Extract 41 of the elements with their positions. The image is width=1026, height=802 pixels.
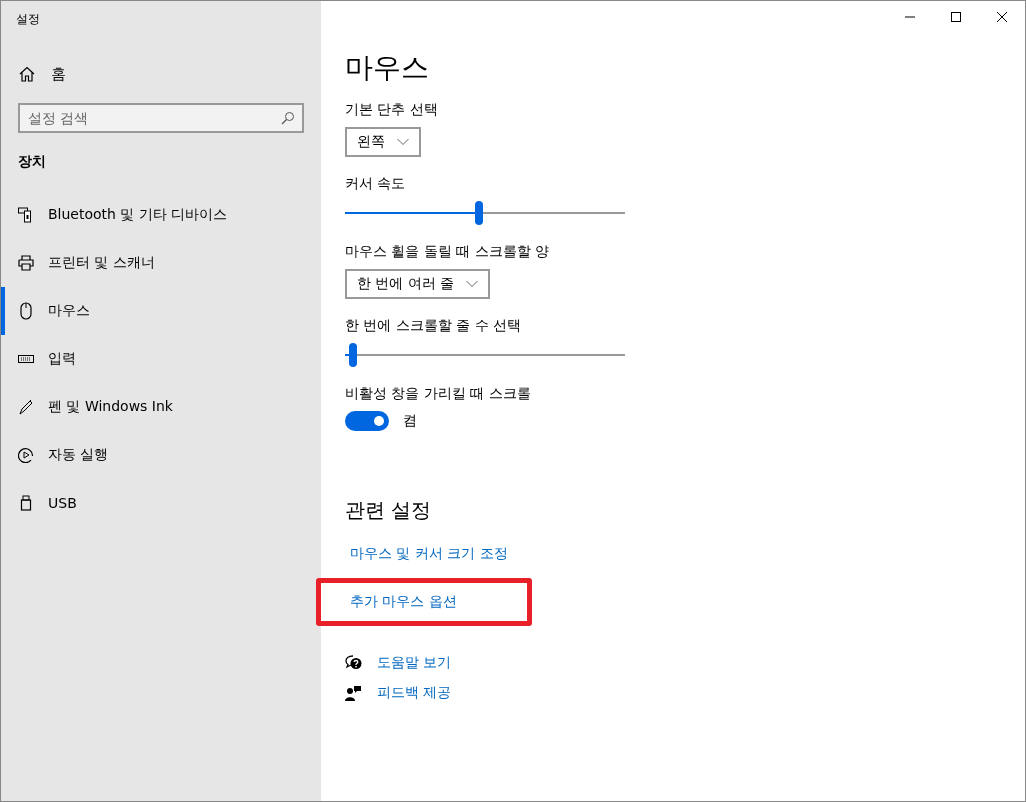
setting-label: 비활성 창을 가리킬 때 스크롤	[345, 385, 531, 403]
home-nav-item[interactable]: 홈	[1, 45, 321, 103]
setting-label: 기본 단추 선택	[345, 101, 438, 119]
person-feedback-icon	[345, 685, 363, 701]
nav-item[interactable]: 펜 및 Windows Ink	[1, 383, 321, 431]
help-chat-icon	[345, 655, 363, 671]
keyboard-device-icon	[18, 207, 34, 223]
link[interactable]: 피드백 제공	[377, 684, 452, 702]
printer-icon	[18, 255, 34, 271]
nav-item[interactable]: Bluetooth 및 기타 디바이스	[1, 191, 321, 239]
dropdown[interactable]: 한 번에 여러 줄	[345, 269, 491, 299]
chevron-down-icon	[466, 280, 479, 288]
pen-icon	[18, 399, 34, 415]
search-icon	[281, 111, 295, 125]
search-field[interactable]: 설정 검색	[18, 103, 304, 133]
maximize-icon[interactable]	[950, 11, 962, 23]
link[interactable]: 마우스 및 커서 크기 조정	[350, 545, 508, 561]
section-heading: 장치	[17, 152, 47, 171]
section-heading: 관련 설정	[345, 497, 432, 524]
setting-label: 마우스 휠을 돌릴 때 스크롤할 양	[345, 243, 550, 261]
nav-item[interactable]: USB	[1, 479, 321, 527]
link[interactable]: 추가 마우스 옵션	[350, 593, 457, 609]
toggle-state: 켬	[403, 412, 417, 430]
slider-thumb[interactable]	[475, 201, 484, 225]
play-circle-icon	[18, 447, 34, 463]
chevron-down-icon	[397, 138, 409, 146]
close-icon[interactable]	[996, 11, 1008, 23]
usb-drive-icon	[18, 495, 34, 511]
window-title: 설정	[15, 11, 41, 28]
toggle-switch[interactable]	[345, 411, 389, 431]
nav-item[interactable]: 프린터 및 스캐너	[1, 239, 321, 287]
dropdown[interactable]: 왼쪽	[345, 127, 421, 157]
mouse-icon	[18, 302, 34, 320]
home-icon	[19, 66, 35, 82]
setting-label: 한 번에 스크롤할 줄 수 선택	[345, 317, 522, 335]
slider-thumb[interactable]	[349, 343, 358, 367]
nav-item[interactable]: 입력	[1, 335, 321, 383]
page-title: 마우스	[345, 50, 429, 86]
nav-item[interactable]: 자동 실행	[1, 431, 321, 479]
link[interactable]: 도움말 보기	[377, 654, 452, 672]
setting-label: 커서 속도	[345, 175, 406, 193]
